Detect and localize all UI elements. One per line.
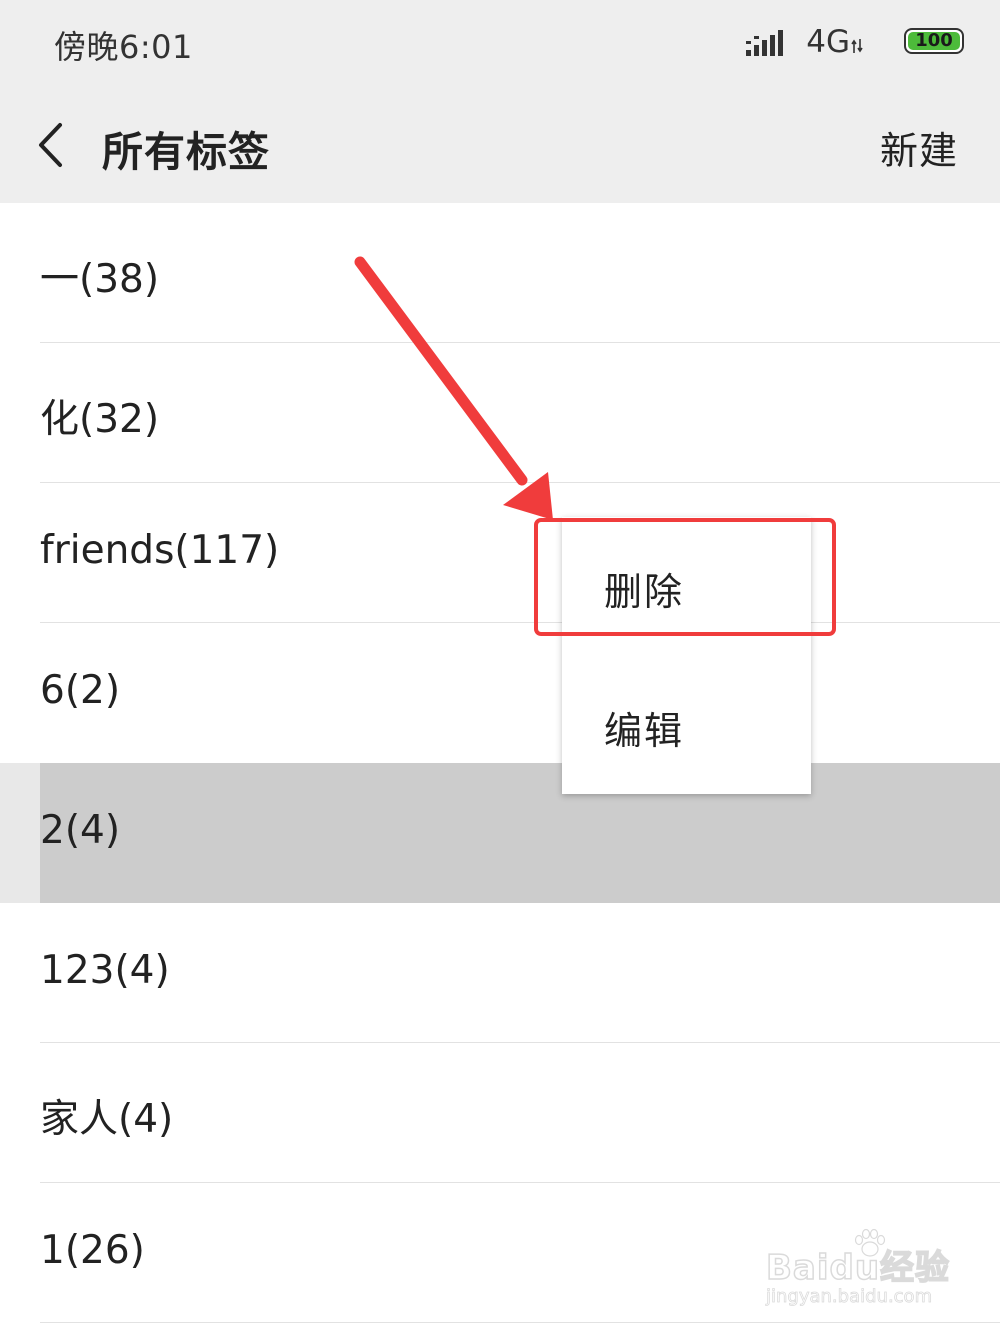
tag-label: 123(4) <box>40 948 170 993</box>
tag-label: friends(117) <box>40 528 280 573</box>
tag-row[interactable]: 123(4) <box>0 903 1000 1043</box>
tag-row[interactable]: 家人(4) <box>0 1043 1000 1183</box>
new-tag-button[interactable]: 新建 <box>880 120 958 175</box>
tag-list: 一(38) 化(32) friends(117) 6(2) 2(4) 123(4… <box>0 203 1000 1323</box>
network-type: 4G <box>806 24 850 60</box>
watermark: Baidu经验 jingyan.baidu.com <box>765 1228 956 1318</box>
tag-label: 家人(4) <box>40 1097 174 1142</box>
page-title: 所有标签 <box>102 128 270 176</box>
divider <box>40 1322 1000 1323</box>
signal-icon <box>746 30 783 56</box>
watermark-url: jingyan.baidu.com <box>766 1286 933 1308</box>
annotation-highlight-box <box>534 518 836 636</box>
network-arrows-icon <box>851 39 863 53</box>
status-indicators: 4G 100 <box>704 24 964 64</box>
tag-label: 6(2) <box>40 668 121 713</box>
tag-row[interactable]: 一(38) <box>0 203 1000 343</box>
tag-row[interactable]: 化(32) <box>0 343 1000 483</box>
tag-label: 化(32) <box>40 397 160 442</box>
nav-bar: 所有标签 新建 <box>0 88 1000 203</box>
status-time: 傍晚6:01 <box>54 28 193 66</box>
tag-row[interactable]: 6(2) <box>0 623 1000 763</box>
chevron-left-icon[interactable] <box>36 122 66 168</box>
tag-row-selected[interactable]: 2(4) <box>0 763 1000 903</box>
tag-row[interactable]: friends(117) <box>0 483 1000 623</box>
battery-icon: 100 <box>904 28 964 54</box>
status-bar: 傍晚6:01 4G 100 <box>0 0 1000 88</box>
menu-item-label: 编辑 <box>604 709 685 753</box>
menu-item-edit[interactable]: 编辑 <box>562 656 811 794</box>
watermark-logo-text: Baidu经验 <box>765 1247 951 1289</box>
tag-label: 一(38) <box>40 257 160 302</box>
tag-label: 2(4) <box>40 808 121 853</box>
battery-level: 100 <box>915 30 953 51</box>
tag-label: 1(26) <box>40 1228 145 1273</box>
